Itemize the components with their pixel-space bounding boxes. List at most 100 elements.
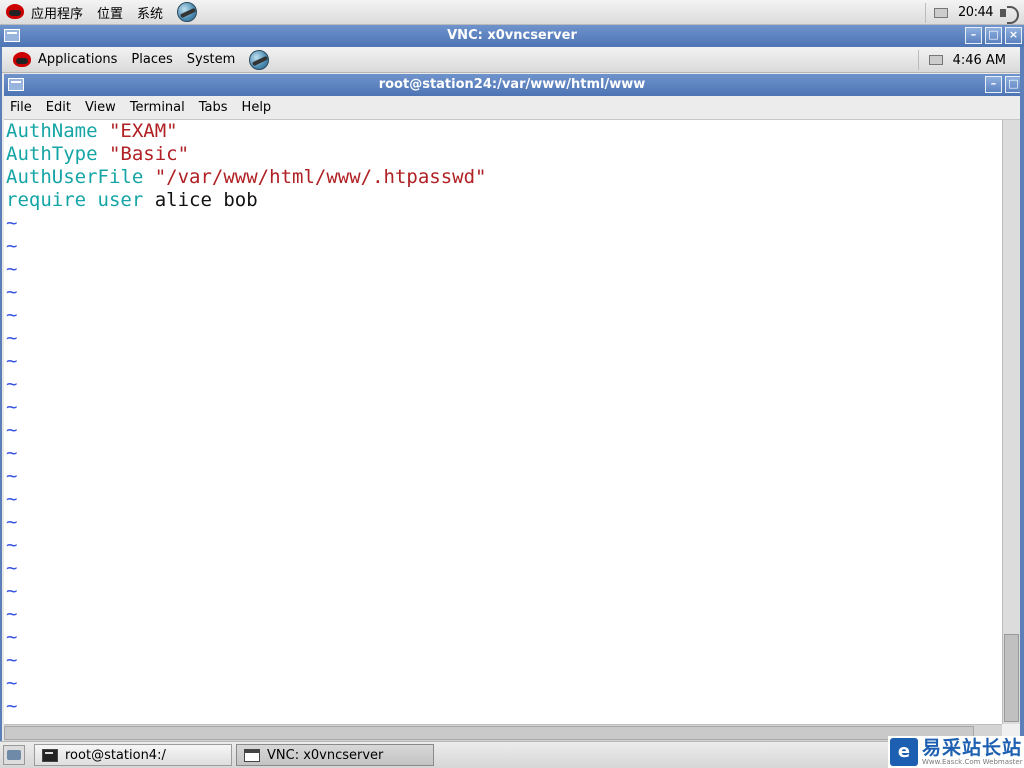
outer-system-label: 系统 xyxy=(137,6,164,22)
empty-line-marker: ~ xyxy=(6,304,18,326)
redhat-logo-icon xyxy=(12,51,32,69)
monitor-icon[interactable] xyxy=(928,55,943,65)
terminal-text-area[interactable]: AuthName "EXAM" AuthType "Basic" AuthUserF… xyxy=(4,120,1002,724)
terminal-window-menu-icon[interactable] xyxy=(8,78,24,91)
window-icon xyxy=(244,748,260,762)
terminal-menubar: File Edit View Terminal Tabs Help xyxy=(4,96,1020,120)
applications-menu[interactable]: Applications xyxy=(12,51,117,69)
terminal-token: AuthType xyxy=(6,143,98,165)
terminal-token: "Basic" xyxy=(108,143,190,165)
outer-places-label: 位置 xyxy=(97,6,124,22)
system-label: System xyxy=(186,52,236,67)
menu-tabs[interactable]: Tabs xyxy=(199,100,228,115)
terminal-line: require user alice bob xyxy=(6,189,1002,212)
vnc-titlebar[interactable]: VNC: x0vncserver – □ × xyxy=(0,25,1024,47)
redhat-logo-icon xyxy=(5,3,25,21)
places-label: Places xyxy=(131,52,173,67)
terminal-minimize-button[interactable]: – xyxy=(985,76,1002,93)
empty-line-marker: ~ xyxy=(6,373,18,395)
terminal-token: "EXAM" xyxy=(108,120,178,142)
outer-applications-label: 应用程序 xyxy=(31,6,84,22)
outer-places-menu[interactable]: 位置 xyxy=(97,3,123,22)
empty-line-marker: ~ xyxy=(6,672,18,694)
empty-line-marker: ~ xyxy=(6,603,18,625)
terminal-token: AuthUserFile xyxy=(6,166,144,188)
outer-tray: 20:44 xyxy=(917,0,1024,25)
empty-line-marker: ~ xyxy=(6,534,18,556)
watermark-subtext: Www.Easck.Com Webmaster xyxy=(922,758,1023,766)
bottom-taskbar: root@station4:/ VNC: x0vncserver xyxy=(0,741,1024,768)
outer-clock[interactable]: 20:44 xyxy=(958,5,993,20)
empty-line-marker: ~ xyxy=(6,327,18,349)
empty-line-marker: ~ xyxy=(6,465,18,487)
vnc-window: VNC: x0vncserver – □ × Applications Plac… xyxy=(0,25,1024,741)
terminal-line: AuthName "EXAM" xyxy=(6,120,1002,143)
places-menu[interactable]: Places xyxy=(131,52,172,67)
terminal-maximize-button[interactable]: □ xyxy=(1005,76,1020,93)
watermark-text: 易采站长站 xyxy=(922,737,1023,759)
network-icon[interactable] xyxy=(177,2,198,22)
menu-help[interactable]: Help xyxy=(242,100,272,115)
monitor-icon[interactable] xyxy=(934,7,949,18)
empty-line-marker: ~ xyxy=(6,442,18,464)
menu-terminal[interactable]: Terminal xyxy=(130,100,185,115)
empty-line-marker: ~ xyxy=(6,350,18,372)
menu-edit[interactable]: Edit xyxy=(46,100,71,115)
outer-applications-menu[interactable]: 应用程序 xyxy=(5,3,83,22)
remote-desktop[interactable]: Applications Places System 4:46 AM root@… xyxy=(2,47,1020,741)
empty-line-marker: ~ xyxy=(6,396,18,418)
task-terminal[interactable]: root@station4:/ xyxy=(34,744,232,766)
terminal-window: root@station24:/var/www/html/www – □ Fil… xyxy=(4,74,1020,741)
terminal-icon xyxy=(42,748,58,762)
watermark-logo-icon: e xyxy=(890,738,918,766)
vnc-maximize-button[interactable]: □ xyxy=(985,27,1002,44)
menu-file[interactable]: File xyxy=(10,100,32,115)
empty-line-marker: ~ xyxy=(6,258,18,280)
vertical-scroll-thumb[interactable] xyxy=(1004,634,1019,722)
horizontal-scroll-thumb[interactable] xyxy=(4,726,974,740)
system-menu[interactable]: System xyxy=(187,52,235,67)
empty-line-marker: ~ xyxy=(6,695,18,717)
empty-line-marker: ~ xyxy=(6,649,18,671)
outer-top-panel: 应用程序 位置 系统 20:44 xyxy=(0,0,1024,25)
window-menu-icon[interactable] xyxy=(4,29,20,42)
empty-line-marker: ~ xyxy=(6,626,18,648)
terminal-line: AuthType "Basic" xyxy=(6,143,1002,166)
terminal-line: AuthUserFile "/var/www/html/www/.htpassw… xyxy=(6,166,1002,189)
empty-line-marker: ~ xyxy=(6,511,18,533)
volume-icon[interactable] xyxy=(999,4,1021,24)
empty-line-marker: ~ xyxy=(6,557,18,579)
vnc-close-button[interactable]: × xyxy=(1005,27,1022,44)
inner-clock[interactable]: 4:46 AM xyxy=(953,53,1006,68)
terminal-token: user xyxy=(97,189,144,211)
terminal-token: AuthName xyxy=(6,120,98,142)
empty-line-marker: ~ xyxy=(6,281,18,303)
terminal-token: "/var/www/html/www/.htpasswd" xyxy=(154,166,487,188)
empty-line-marker: ~ xyxy=(6,580,18,602)
empty-line-marker: ~ xyxy=(6,235,18,257)
applications-label: Applications xyxy=(38,52,118,67)
vnc-window-title: VNC: x0vncserver xyxy=(447,28,577,43)
empty-line-marker: ~ xyxy=(6,419,18,441)
watermark: e 易采站长站 Www.Easck.Com Webmaster xyxy=(888,736,1024,768)
terminal-token: alice bob xyxy=(143,189,258,211)
network-icon[interactable] xyxy=(249,49,270,70)
show-desktop-icon[interactable] xyxy=(3,745,25,765)
inner-top-panel: Applications Places System 4:46 AM xyxy=(2,47,1020,73)
menu-view[interactable]: View xyxy=(85,100,116,115)
task-vnc[interactable]: VNC: x0vncserver xyxy=(236,744,434,766)
empty-line-marker: ~ xyxy=(6,488,18,510)
task-vnc-label: VNC: x0vncserver xyxy=(267,747,384,763)
outer-system-menu[interactable]: 系统 xyxy=(137,3,163,22)
vertical-scrollbar[interactable] xyxy=(1002,120,1020,724)
empty-line-marker: ~ xyxy=(6,212,18,234)
terminal-title: root@station24:/var/www/html/www xyxy=(378,77,646,92)
horizontal-scrollbar[interactable] xyxy=(4,724,1002,741)
terminal-titlebar[interactable]: root@station24:/var/www/html/www – □ xyxy=(4,74,1020,96)
vnc-minimize-button[interactable]: – xyxy=(965,27,982,44)
terminal-token: require xyxy=(6,189,87,211)
